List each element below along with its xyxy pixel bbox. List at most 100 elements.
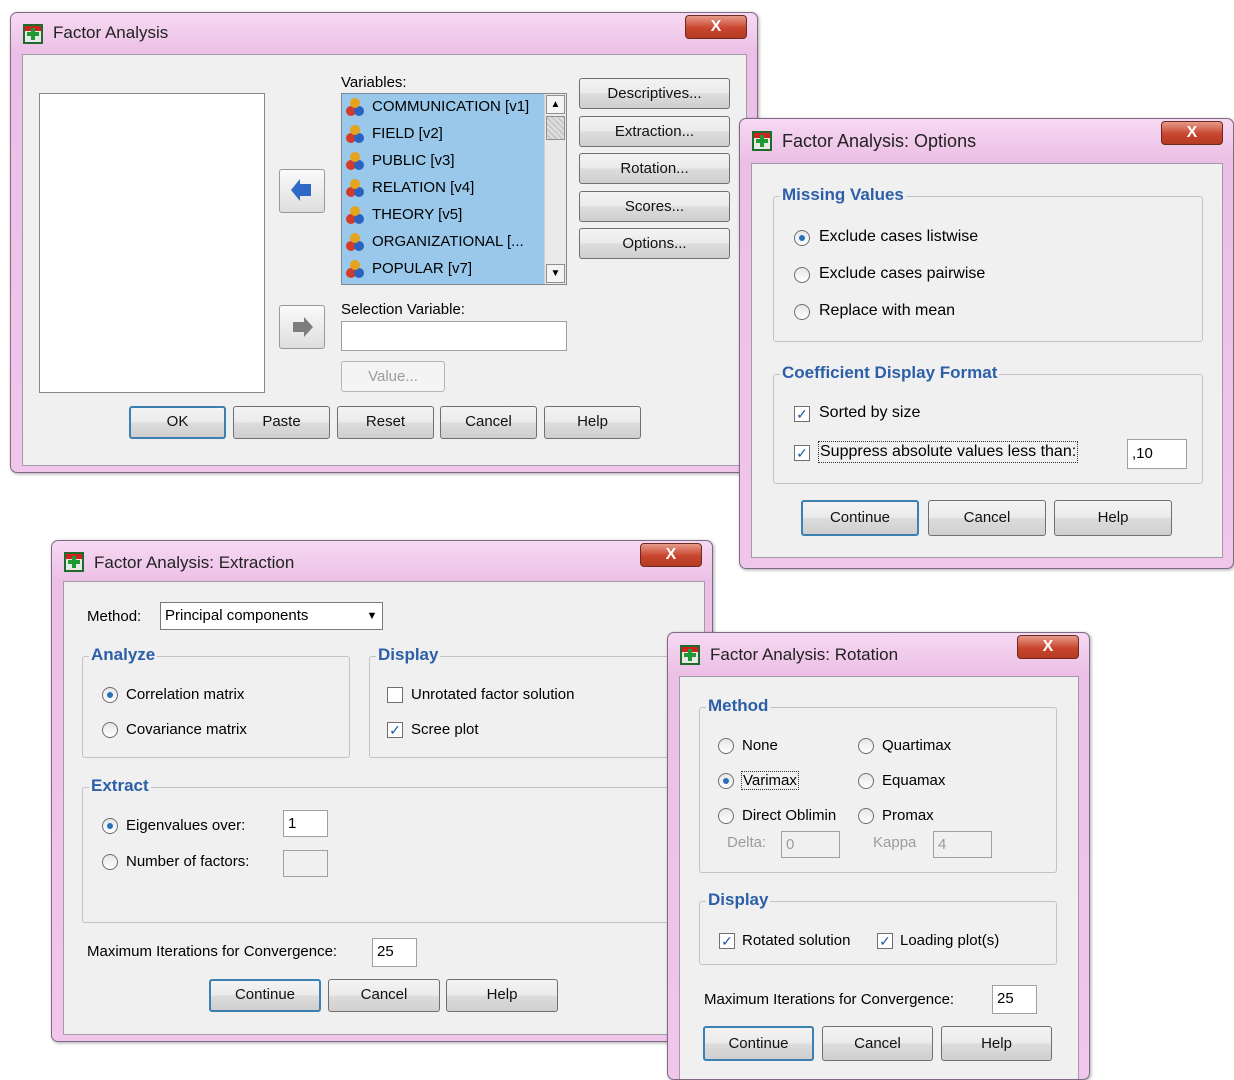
extraction-window: Factor Analysis: Extraction X Method: Pr…: [51, 540, 713, 1042]
radio-replace-mean-label[interactable]: Replace with mean: [819, 302, 955, 320]
ok-button[interactable]: OK: [129, 406, 226, 439]
selection-variable-label: Selection Variable:: [341, 301, 465, 318]
scroll-up-icon[interactable]: ▲: [546, 95, 565, 114]
sorted-by-size-label[interactable]: Sorted by size: [819, 404, 920, 422]
radio-quartimax-label[interactable]: Quartimax: [882, 737, 951, 754]
delta-field[interactable]: 0: [781, 831, 840, 858]
radio-listwise[interactable]: [794, 230, 810, 246]
scale-variable-icon: [346, 233, 364, 252]
cancel-button[interactable]: Cancel: [328, 979, 440, 1012]
paste-button[interactable]: Paste: [233, 406, 330, 439]
radio-quartimax[interactable]: [858, 738, 874, 754]
radio-direct-oblimin[interactable]: [718, 808, 734, 824]
radio-varimax[interactable]: [718, 773, 734, 789]
radio-listwise-label[interactable]: Exclude cases listwise: [819, 228, 978, 246]
close-button[interactable]: X: [1017, 635, 1079, 659]
list-item[interactable]: COMMUNICATION [v1]: [344, 94, 529, 120]
move-to-selection-button[interactable]: [279, 305, 325, 349]
radio-equamax-label[interactable]: Equamax: [882, 772, 945, 789]
loading-plots-checkbox[interactable]: ✓: [877, 933, 893, 949]
number-factors-label[interactable]: Number of factors:: [126, 853, 249, 870]
spss-app-icon: [23, 24, 43, 44]
kappa-field[interactable]: 4: [933, 831, 992, 858]
descriptives-button[interactable]: Descriptives...: [579, 78, 730, 109]
max-iterations-label: Maximum Iterations for Convergence:: [704, 991, 955, 1008]
max-iterations-field[interactable]: 25: [992, 985, 1037, 1014]
continue-button[interactable]: Continue: [703, 1026, 814, 1061]
title-bar[interactable]: Factor Analysis: Options X: [740, 119, 1233, 161]
cancel-button[interactable]: Cancel: [440, 406, 537, 439]
continue-button[interactable]: Continue: [801, 500, 919, 536]
scroll-thumb[interactable]: [546, 116, 565, 140]
title-bar[interactable]: Factor Analysis: Extraction X: [52, 541, 712, 583]
radio-promax-label[interactable]: Promax: [882, 807, 934, 824]
sorted-by-size-checkbox[interactable]: ✓: [794, 406, 810, 422]
help-button[interactable]: Help: [1054, 500, 1172, 536]
suppress-values-checkbox[interactable]: ✓: [794, 445, 810, 461]
radio-number-factors[interactable]: [102, 854, 118, 870]
help-button[interactable]: Help: [446, 979, 558, 1012]
scale-variable-icon: [346, 125, 364, 144]
help-button[interactable]: Help: [941, 1026, 1052, 1061]
loading-plots-label[interactable]: Loading plot(s): [900, 932, 999, 949]
scores-button[interactable]: Scores...: [579, 191, 730, 222]
rotated-solution-label[interactable]: Rotated solution: [742, 932, 850, 949]
vertical-scrollbar[interactable]: ▲ ▼: [544, 94, 566, 284]
rotated-solution-checkbox[interactable]: ✓: [719, 933, 735, 949]
title-bar[interactable]: Factor Analysis: Rotation X: [668, 633, 1089, 675]
list-item[interactable]: THEORY [v5]: [344, 202, 462, 228]
radio-promax[interactable]: [858, 808, 874, 824]
list-item[interactable]: RELATION [v4]: [344, 175, 474, 201]
radio-none-label[interactable]: None: [742, 737, 778, 754]
extraction-button[interactable]: Extraction...: [579, 116, 730, 147]
window-title: Factor Analysis: [53, 23, 169, 42]
list-item[interactable]: POPULAR [v7]: [344, 256, 472, 282]
suppress-values-label[interactable]: Suppress absolute values less than:: [818, 441, 1079, 463]
spss-app-icon: [680, 645, 700, 665]
list-item[interactable]: ORGANIZATIONAL [...: [344, 229, 524, 255]
help-button[interactable]: Help: [544, 406, 641, 439]
radio-covariance-label[interactable]: Covariance matrix: [126, 721, 247, 738]
close-button[interactable]: X: [1161, 121, 1223, 145]
radio-covariance[interactable]: [102, 722, 118, 738]
source-variable-list[interactable]: [39, 93, 265, 393]
scroll-down-icon[interactable]: ▼: [546, 264, 565, 283]
title-bar[interactable]: Factor Analysis X: [11, 13, 757, 55]
cancel-button[interactable]: Cancel: [928, 500, 1046, 536]
delta-label: Delta:: [727, 834, 767, 851]
scree-plot-checkbox[interactable]: ✓: [387, 722, 403, 738]
unrotated-checkbox[interactable]: [387, 687, 403, 703]
radio-replace-mean[interactable]: [794, 304, 810, 320]
options-button[interactable]: Options...: [579, 228, 730, 259]
radio-varimax-label[interactable]: Varimax: [741, 771, 799, 790]
close-button[interactable]: X: [640, 543, 702, 567]
selection-variable-field[interactable]: [341, 321, 567, 351]
suppress-threshold-field[interactable]: ,10: [1127, 439, 1187, 469]
radio-equamax[interactable]: [858, 773, 874, 789]
radio-direct-oblimin-label[interactable]: Direct Oblimin: [742, 807, 836, 824]
cancel-button[interactable]: Cancel: [822, 1026, 933, 1061]
number-factors-field[interactable]: [283, 850, 328, 877]
unrotated-label[interactable]: Unrotated factor solution: [411, 686, 574, 703]
rotation-button[interactable]: Rotation...: [579, 153, 730, 184]
radio-pairwise[interactable]: [794, 267, 810, 283]
close-button[interactable]: X: [685, 15, 747, 39]
variables-list[interactable]: COMMUNICATION [v1] FIELD [v2] PUBLIC [v3…: [341, 93, 567, 285]
list-item[interactable]: PUBLIC [v3]: [344, 148, 455, 174]
chevron-down-icon[interactable]: ▼: [362, 603, 382, 629]
radio-none[interactable]: [718, 738, 734, 754]
method-dropdown[interactable]: Principal components ▼: [160, 602, 383, 630]
radio-pairwise-label[interactable]: Exclude cases pairwise: [819, 265, 985, 283]
scree-plot-label[interactable]: Scree plot: [411, 721, 479, 738]
eigenvalues-field[interactable]: 1: [283, 810, 328, 837]
radio-correlation-label[interactable]: Correlation matrix: [126, 686, 244, 703]
value-button[interactable]: Value...: [341, 361, 445, 392]
max-iterations-field[interactable]: 25: [372, 938, 417, 967]
radio-correlation[interactable]: [102, 687, 118, 703]
continue-button[interactable]: Continue: [209, 979, 321, 1012]
list-item[interactable]: FIELD [v2]: [344, 121, 443, 147]
eigenvalues-label[interactable]: Eigenvalues over:: [126, 817, 245, 834]
radio-eigenvalues[interactable]: [102, 818, 118, 834]
reset-button[interactable]: Reset: [337, 406, 434, 439]
move-to-variables-button[interactable]: [279, 169, 325, 213]
